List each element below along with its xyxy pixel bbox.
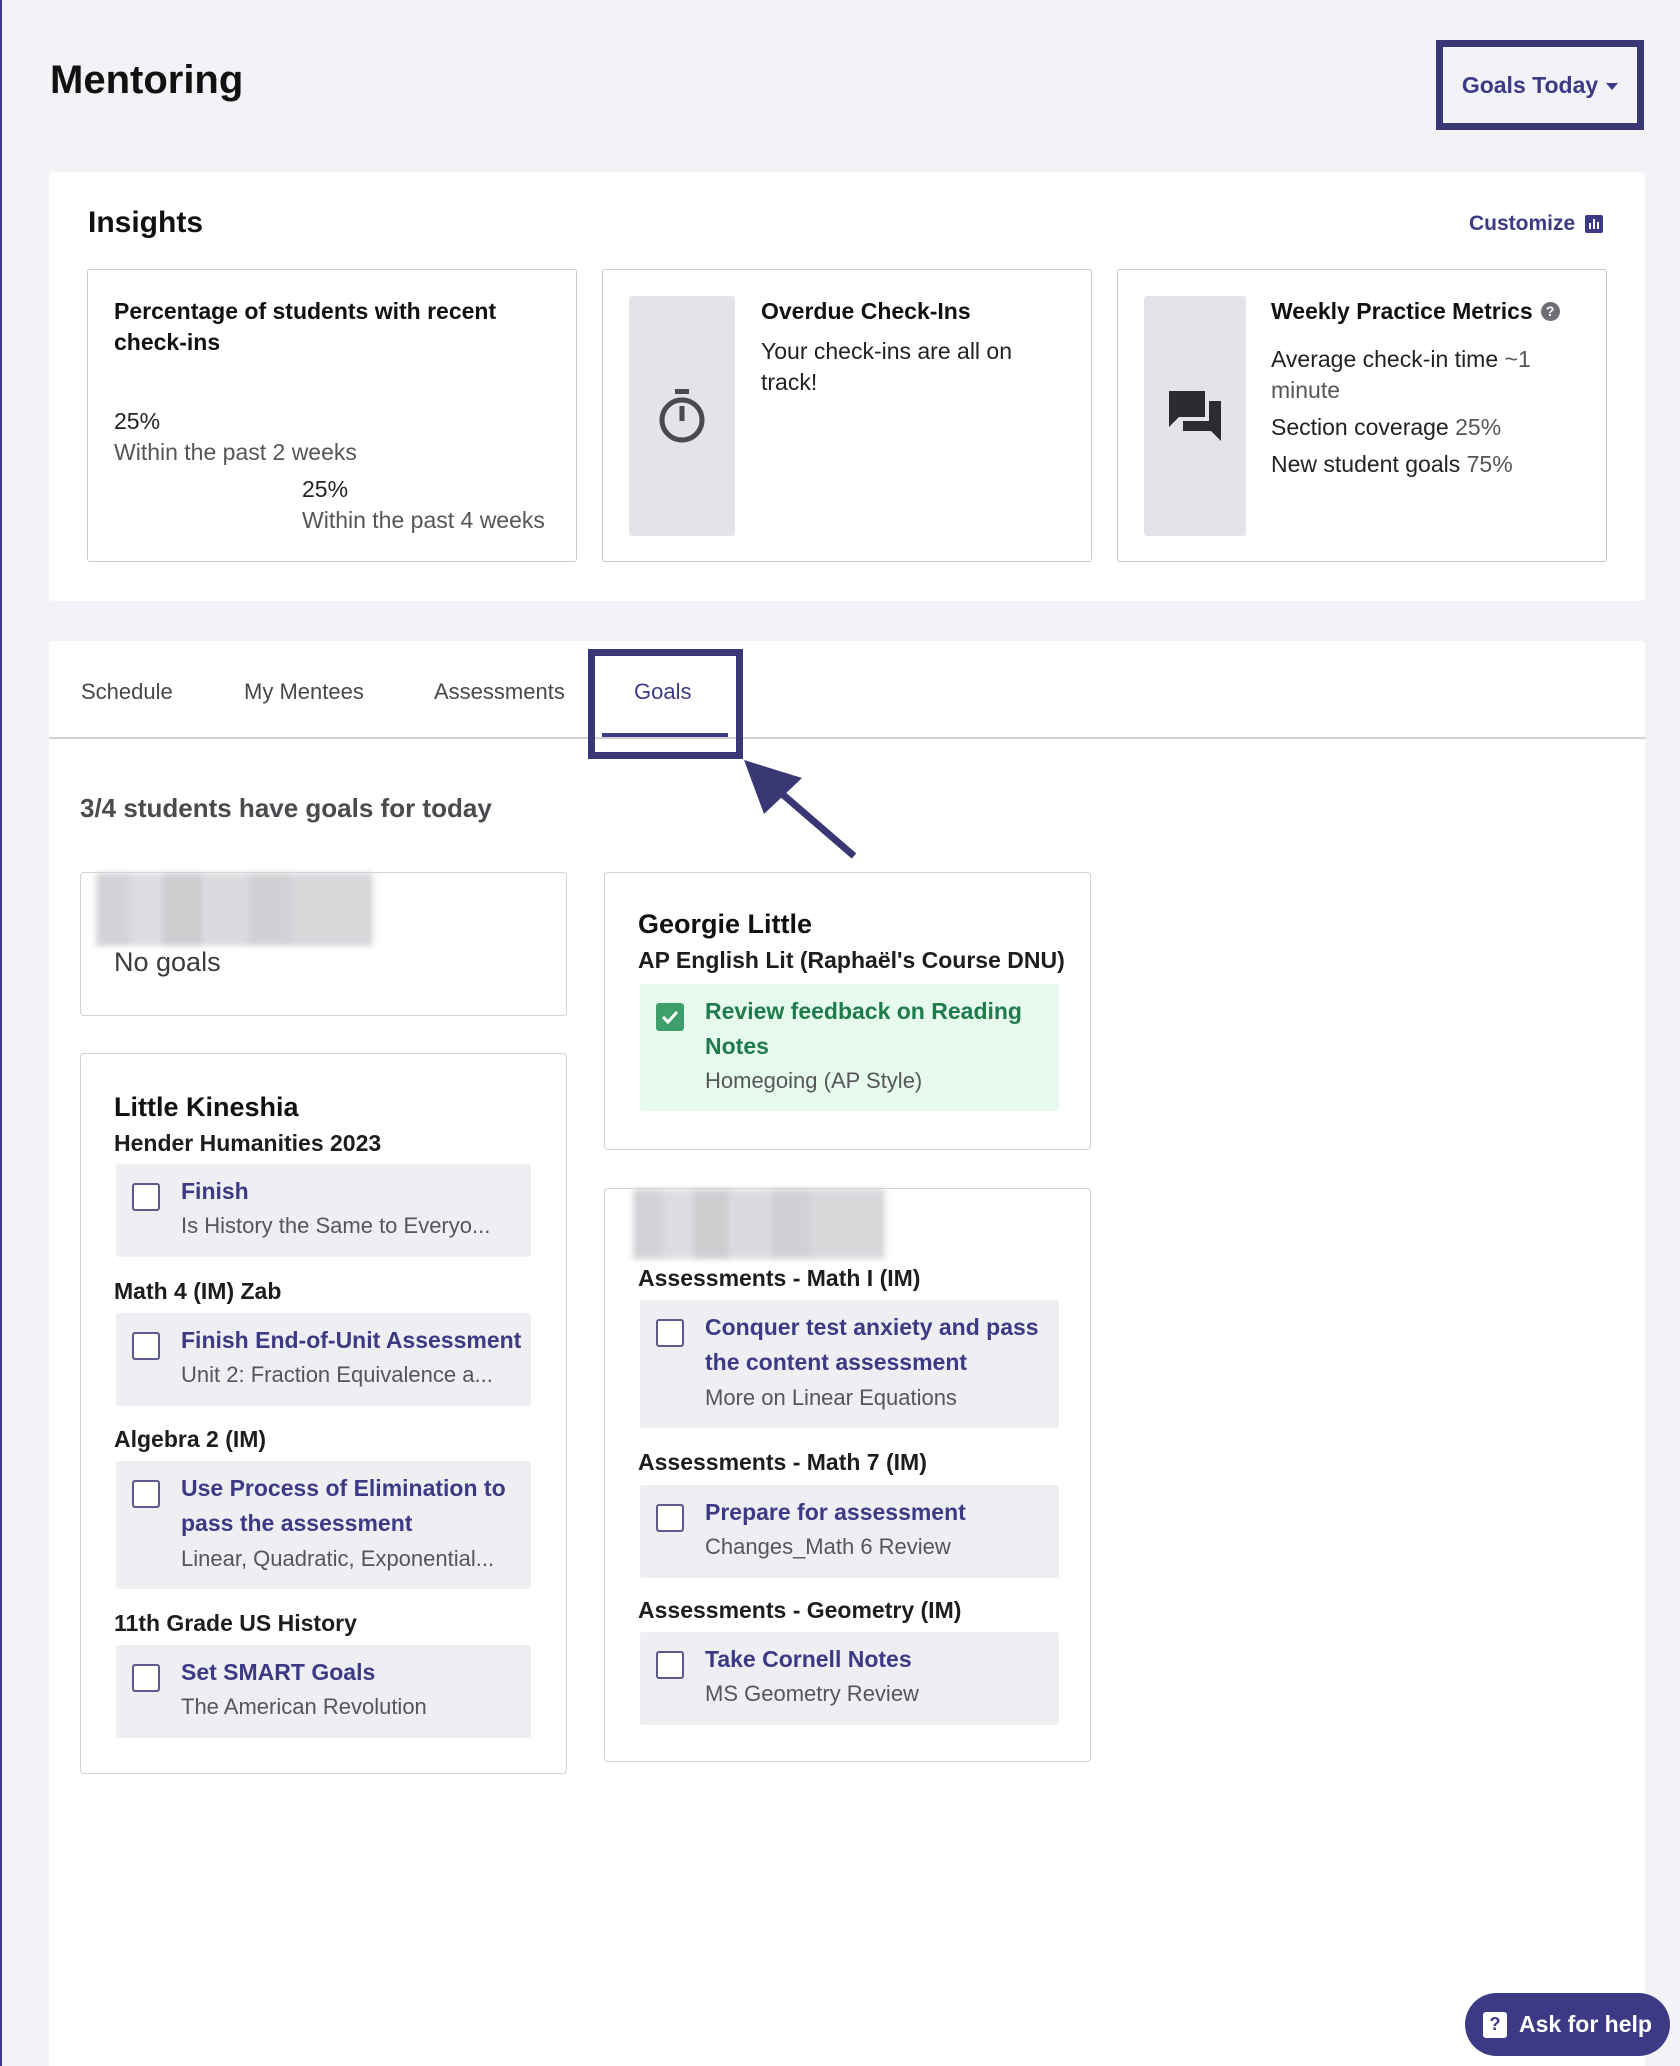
stopwatch-icon xyxy=(659,389,705,443)
goal-title[interactable]: Prepare for assessment xyxy=(705,1495,966,1530)
goal-subtitle: More on Linear Equations xyxy=(705,1385,957,1410)
goal-subtitle: The American Revolution xyxy=(181,1694,427,1719)
tab-divider xyxy=(49,737,1645,739)
goal-checkbox-checked[interactable] xyxy=(656,1003,684,1031)
redacted-student-name xyxy=(633,1189,885,1259)
goal-checkbox[interactable] xyxy=(132,1332,160,1360)
student-card-georgie: Georgie Little AP English Lit (Raphaël's… xyxy=(604,872,1091,1150)
goal-checkbox[interactable] xyxy=(132,1480,160,1508)
chat-icon xyxy=(1169,391,1221,441)
two-week-value: 25% xyxy=(114,408,161,434)
course-name: Hender Humanities 2023 xyxy=(114,1130,382,1156)
goal-item[interactable]: Prepare for assessment Changes_Math 6 Re… xyxy=(640,1485,1059,1578)
checkmark-icon xyxy=(661,1010,679,1024)
tab-schedule[interactable]: Schedule xyxy=(81,679,173,705)
goal-item[interactable]: Use Process of Elimination to pass the a… xyxy=(116,1461,531,1589)
weekly-title: Weekly Practice Metrics xyxy=(1271,298,1533,324)
section-coverage-row: Section coverage 25% xyxy=(1271,412,1501,443)
goal-title[interactable]: Take Cornell Notes xyxy=(705,1642,912,1677)
section-coverage-label: Section coverage xyxy=(1271,414,1449,440)
goal-item[interactable]: Set SMART Goals The American Revolution xyxy=(116,1645,531,1738)
goals-today-label: Goals Today xyxy=(1461,71,1599,98)
goals-summary: 3/4 students have goals for today xyxy=(80,793,492,823)
two-week-label: Within the past 2 weeks xyxy=(114,439,357,465)
insights-title: Insights xyxy=(88,206,204,239)
goal-checkbox[interactable] xyxy=(656,1319,684,1347)
goal-item[interactable]: Take Cornell Notes MS Geometry Review xyxy=(640,1632,1059,1725)
goal-subtitle: Unit 2: Fraction Equivalence a... xyxy=(181,1362,493,1387)
chat-tile xyxy=(1144,296,1246,536)
course-name: Math 4 (IM) Zab xyxy=(114,1278,282,1304)
overdue-text: Your check-ins are all on track! xyxy=(761,338,1013,395)
annotation-arrow xyxy=(744,760,857,859)
new-goals-label: New student goals xyxy=(1271,451,1461,477)
student-card-redacted: Assessments - Math I (IM) Conquer test a… xyxy=(604,1188,1091,1762)
tab-assessments[interactable]: Assessments xyxy=(434,679,565,705)
course-name: AP English Lit (Raphaël's Course DNU) xyxy=(638,947,1065,973)
ask-for-help-label: Ask for help xyxy=(1519,2011,1652,2037)
goal-title[interactable]: Review feedback on Reading Notes xyxy=(705,994,1025,1064)
goal-item-completed[interactable]: Review feedback on Reading Notes Homegoi… xyxy=(640,984,1059,1111)
course-name: Assessments - Math 7 (IM) xyxy=(638,1449,927,1475)
student-card-no-goals: No goals xyxy=(80,872,567,1016)
goal-checkbox[interactable] xyxy=(132,1183,160,1211)
no-goals-label: No goals xyxy=(114,947,221,977)
course-name: Assessments - Math I (IM) xyxy=(638,1265,921,1291)
recent-checkins-card: Percentage of students with recent check… xyxy=(87,269,577,562)
new-goals-row: New student goals 75% xyxy=(1271,449,1513,480)
goal-subtitle: Linear, Quadratic, Exponential... xyxy=(181,1546,495,1571)
goal-subtitle: Changes_Math 6 Review xyxy=(705,1534,951,1559)
goal-item[interactable]: Finish End-of-Unit Assessment Unit 2: Fr… xyxy=(116,1313,531,1406)
page-title: Mentoring xyxy=(50,58,244,102)
course-name: 11th Grade US History xyxy=(114,1610,357,1636)
avg-checkin-label: Average check-in time xyxy=(1271,346,1499,372)
help-circle-icon[interactable]: ? xyxy=(1540,302,1560,321)
four-week-label: Within the past 4 weeks xyxy=(302,507,545,533)
recent-checkins-title: Percentage of students with recent check… xyxy=(114,298,497,355)
avg-checkin-row: Average check-in time ~1 minute xyxy=(1271,344,1571,406)
goal-checkbox[interactable] xyxy=(656,1651,684,1679)
goal-item[interactable]: Finish Is History the Same to Everyo... xyxy=(116,1164,531,1257)
goal-subtitle: MS Geometry Review xyxy=(705,1681,919,1706)
student-card-kineshia: Little Kineshia Hender Humanities 2023 F… xyxy=(80,1053,567,1774)
tab-my-mentees[interactable]: My Mentees xyxy=(244,679,364,705)
goal-title[interactable]: Finish End-of-Unit Assessment xyxy=(181,1323,521,1358)
section-coverage-value: 25% xyxy=(1455,414,1502,440)
goal-item[interactable]: Conquer test anxiety and pass the conten… xyxy=(640,1300,1059,1428)
customize-label: Customize xyxy=(1469,212,1576,235)
four-week-value: 25% xyxy=(302,476,349,502)
goal-subtitle: Is History the Same to Everyo... xyxy=(181,1213,491,1238)
goal-title[interactable]: Conquer test anxiety and pass the conten… xyxy=(705,1310,1045,1380)
help-icon: ? xyxy=(1483,2011,1508,2038)
stopwatch-tile xyxy=(629,296,735,536)
goal-subtitle: Homegoing (AP Style) xyxy=(705,1068,923,1093)
course-name: Assessments - Geometry (IM) xyxy=(638,1597,962,1623)
customize-button[interactable]: Customize xyxy=(1469,212,1604,236)
goal-title[interactable]: Use Process of Elimination to pass the a… xyxy=(181,1471,511,1541)
left-edge-line xyxy=(0,0,2,2066)
goal-checkbox[interactable] xyxy=(656,1504,684,1532)
weekly-metrics-card: Weekly Practice Metrics ? Average check-… xyxy=(1117,269,1607,562)
student-name: Little Kineshia xyxy=(114,1092,299,1122)
goal-checkbox[interactable] xyxy=(132,1664,160,1692)
caret-down-icon xyxy=(1606,82,1619,90)
course-name: Algebra 2 (IM) xyxy=(114,1426,267,1452)
goal-title[interactable]: Set SMART Goals xyxy=(181,1655,375,1690)
redacted-student-name xyxy=(96,873,373,946)
goal-title[interactable]: Finish xyxy=(181,1174,249,1209)
new-goals-value: 75% xyxy=(1466,451,1513,477)
tab-goals-highlight-box xyxy=(588,649,743,759)
ask-for-help-button[interactable]: ? Ask for help xyxy=(1465,1993,1670,2056)
goals-today-dropdown[interactable]: Goals Today xyxy=(1436,40,1644,130)
bar-chart-icon xyxy=(1585,215,1604,233)
overdue-title: Overdue Check-Ins xyxy=(761,298,971,324)
overdue-checkins-card: Overdue Check-Ins Your check-ins are all… xyxy=(602,269,1092,562)
weekly-title-row: Weekly Practice Metrics ? xyxy=(1271,296,1560,327)
student-name: Georgie Little xyxy=(638,909,813,939)
